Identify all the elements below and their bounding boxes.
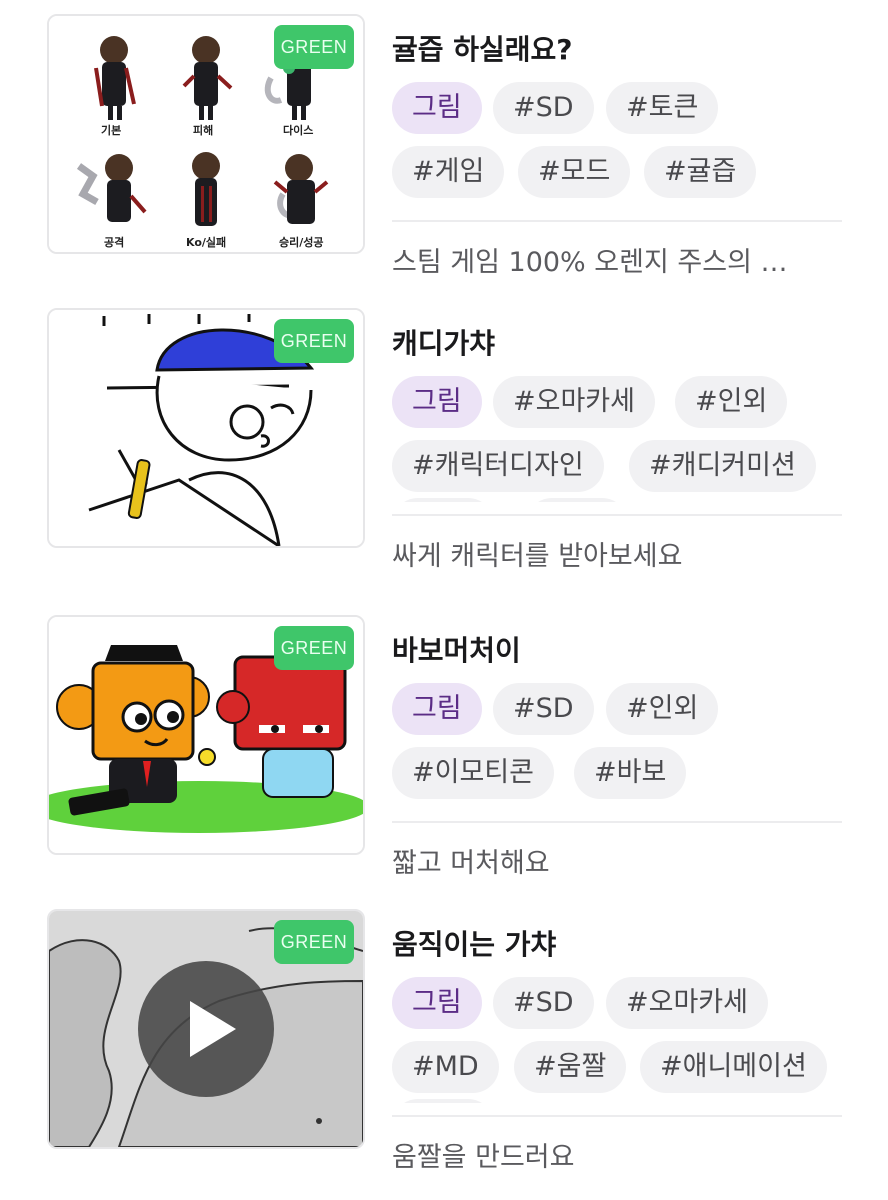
green-badge: GREEN [274, 920, 354, 964]
tag-list: 그림 #SD #오마카세 #MD #움짤 #애니메이션 [392, 977, 862, 1103]
hashtag[interactable]: #캐디커미션 [629, 440, 816, 492]
category-tag[interactable]: 그림 [392, 683, 482, 735]
hashtag[interactable]: #바보 [574, 747, 687, 799]
hashtag[interactable]: #움짤 [514, 1041, 627, 1093]
category-tag[interactable]: 그림 [392, 376, 482, 428]
sprite-label: 피해 [193, 124, 214, 137]
product-card[interactable]: 기본 피해 다이스 공격 Ko/실패 승리/성공 GREEN 귤즙 하실래요? … [0, 14, 888, 304]
sprite-label-row: 공격 Ko/실패 승리/성공 [49, 234, 363, 252]
product-thumbnail[interactable]: GREEN [47, 909, 365, 1149]
hashtag[interactable]: #토큰 [606, 82, 719, 134]
product-title[interactable]: 움직이는 가챠 [392, 923, 556, 963]
category-tag[interactable]: 그림 [392, 977, 482, 1029]
divider [392, 514, 842, 516]
tag-list: 그림 #SD #토큰 #게임 #모드 #귤즙 [392, 82, 862, 208]
product-title[interactable]: 바보머처이 [392, 629, 521, 669]
divider [392, 1115, 842, 1117]
category-tag[interactable]: 그림 [392, 82, 482, 134]
product-list: 기본 피해 다이스 공격 Ko/실패 승리/성공 GREEN 귤즙 하실래요? … [0, 0, 888, 1200]
green-badge: GREEN [274, 319, 354, 363]
hashtag[interactable]: #MD [392, 1041, 499, 1093]
hashtag[interactable]: #오마카세 [493, 376, 655, 428]
sprite-label: Ko/실패 [186, 236, 227, 249]
hashtag[interactable]: #인외 [606, 683, 719, 735]
green-badge: GREEN [274, 25, 354, 69]
tag-list: 그림 #오마카세 #인외 #캐릭터디자인 #캐디커미션 [392, 376, 862, 502]
sprite-label: 공격 [104, 236, 125, 249]
hashtag-overflow [526, 498, 628, 502]
sprite-label-row: 기본 피해 다이스 [49, 122, 363, 140]
divider [392, 220, 842, 222]
divider [392, 821, 842, 823]
hashtag[interactable]: #SD [493, 977, 594, 1029]
product-thumbnail[interactable]: 기본 피해 다이스 공격 Ko/실패 승리/성공 GREEN [47, 14, 365, 254]
hashtag[interactable]: #애니메이션 [640, 1041, 827, 1093]
product-thumbnail[interactable]: GREEN [47, 615, 365, 855]
tag-list: 그림 #SD #인외 #이모티콘 #바보 [392, 683, 862, 809]
sprite-label: 다이스 [283, 124, 314, 137]
hashtag-overflow [392, 1099, 494, 1103]
hashtag[interactable]: #이모티콘 [392, 747, 554, 799]
product-description: 스팀 게임 100% 오렌지 주스의 … [392, 247, 788, 278]
product-description: 짧고 머처해요 [392, 848, 550, 879]
hashtag[interactable]: #SD [493, 683, 594, 735]
play-icon[interactable] [138, 961, 274, 1097]
hashtag[interactable]: #SD [493, 82, 594, 134]
sprite-label: 승리/성공 [279, 236, 324, 249]
product-description: 싸게 캐릭터를 받아보세요 [392, 541, 683, 572]
hashtag[interactable]: #인외 [675, 376, 788, 428]
hashtag[interactable]: #모드 [518, 146, 631, 198]
hashtag[interactable]: #오마카세 [606, 977, 768, 1029]
hashtag[interactable]: #귤즙 [644, 146, 757, 198]
product-thumbnail[interactable]: GREEN [47, 308, 365, 548]
sprite-label: 기본 [101, 124, 122, 137]
hashtag[interactable]: #캐릭터디자인 [392, 440, 604, 492]
product-card[interactable]: GREEN 캐디가챠 그림 #오마카세 #인외 #캐릭터디자인 #캐디커미션 싸… [0, 308, 888, 598]
product-title[interactable]: 귤즙 하실래요? [392, 28, 573, 68]
product-card[interactable]: GREEN 움직이는 가챠 그림 #SD #오마카세 #MD #움짤 #애니메이… [0, 909, 888, 1199]
product-description: 움짤을 만드러요 [392, 1142, 575, 1173]
hashtag[interactable]: #게임 [392, 146, 505, 198]
product-title[interactable]: 캐디가챠 [392, 322, 495, 362]
product-card[interactable]: GREEN 바보머처이 그림 #SD #인외 #이모티콘 #바보 짧고 머처해요 [0, 615, 888, 905]
hashtag-overflow [392, 498, 494, 502]
green-badge: GREEN [274, 626, 354, 670]
